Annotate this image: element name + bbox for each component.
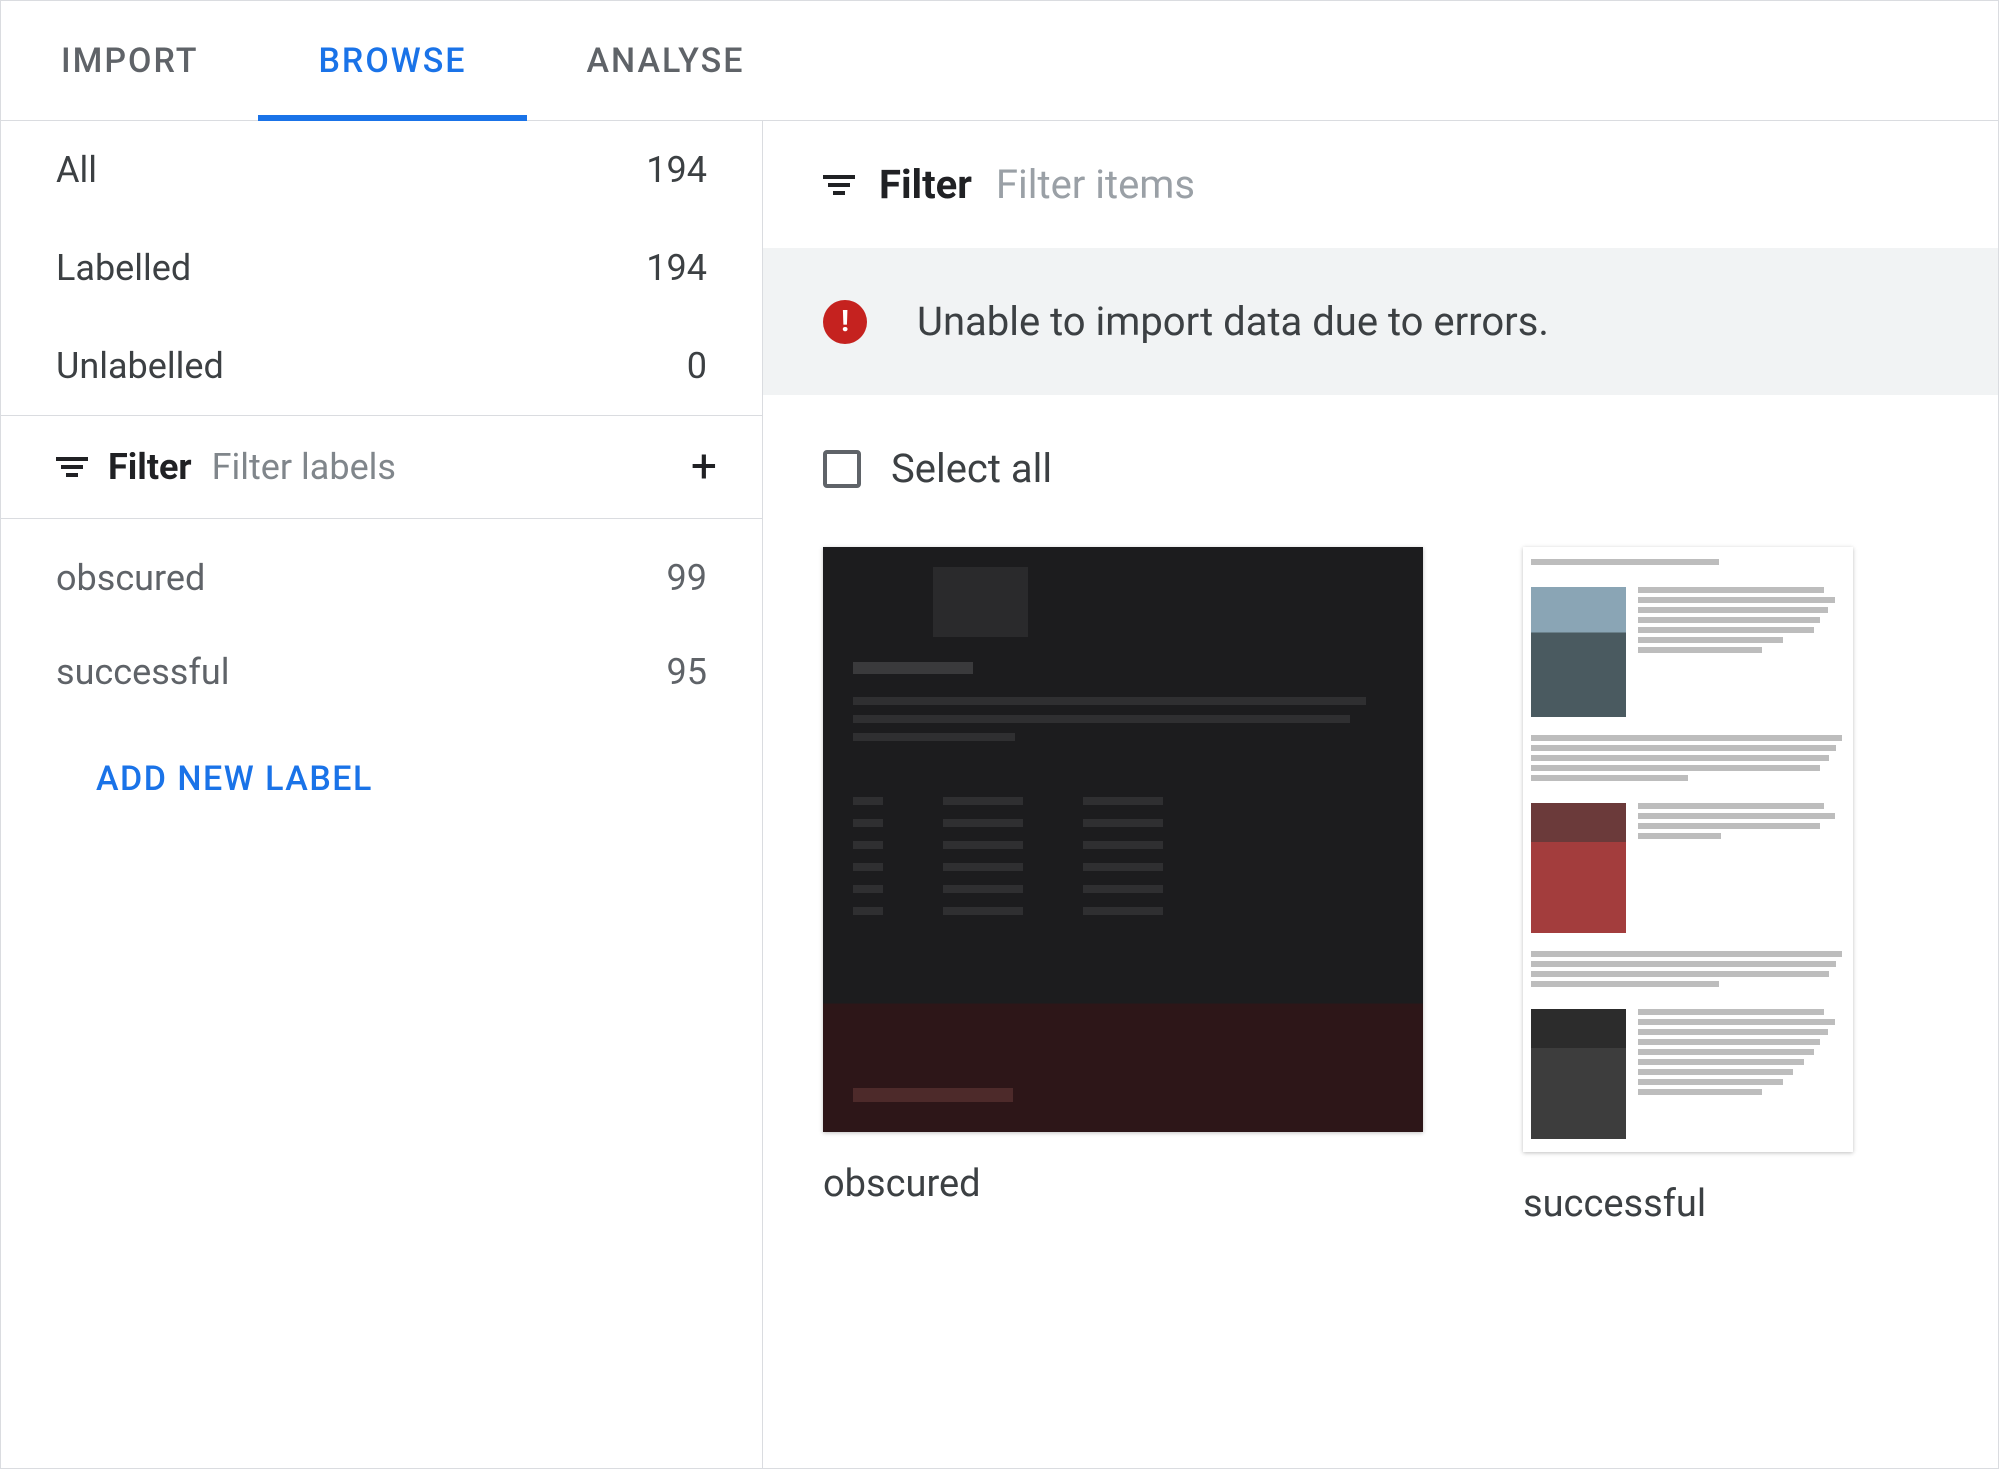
tab-bar: IMPORT BROWSE ANALYSE: [1, 1, 1998, 121]
stat-count: 0: [687, 345, 707, 387]
main-area: All 194 Labelled 194 Unlabelled 0 Filter: [1, 121, 1998, 1468]
sidebar-item-labelled[interactable]: Labelled 194: [1, 219, 762, 317]
label-row-obscured[interactable]: obscured 99: [1, 531, 762, 625]
plus-icon[interactable]: +: [691, 444, 717, 490]
error-banner: ! Unable to import data due to errors.: [763, 248, 1998, 395]
sidebar-item-unlabelled[interactable]: Unlabelled 0: [1, 317, 762, 415]
card-grid: obscured successful: [763, 542, 1998, 1246]
filter-icon: [823, 169, 855, 201]
thumbnail-obscured[interactable]: [823, 547, 1423, 1132]
stat-count: 194: [646, 247, 707, 289]
error-text: Unable to import data due to errors.: [917, 298, 1549, 345]
select-all-row: Select all: [763, 395, 1998, 542]
select-all-label: Select all: [891, 445, 1052, 492]
filter-icon: [56, 451, 88, 483]
sidebar-filter-row: Filter +: [1, 416, 762, 519]
error-icon: !: [823, 300, 867, 344]
tab-analyse[interactable]: ANALYSE: [527, 1, 805, 120]
label-name: obscured: [56, 557, 205, 599]
app-root: IMPORT BROWSE ANALYSE All 194 Labelled 1…: [0, 0, 1999, 1469]
tab-import[interactable]: IMPORT: [1, 1, 258, 120]
label-name: successful: [56, 651, 229, 693]
label-count: 95: [667, 651, 707, 693]
content-filter-row: Filter: [763, 121, 1998, 248]
label-count: 99: [667, 557, 707, 599]
stat-count: 194: [646, 149, 707, 191]
add-new-label-button[interactable]: ADD NEW LABEL: [1, 719, 762, 839]
stat-label: Labelled: [56, 247, 191, 289]
label-list: obscured 99 successful 95 ADD NEW LABEL: [1, 519, 762, 839]
card-successful: successful: [1523, 547, 1853, 1226]
sidebar-stats: All 194 Labelled 194 Unlabelled 0: [1, 121, 762, 416]
thumbnail-successful[interactable]: [1523, 547, 1853, 1152]
filter-labels-input[interactable]: [212, 446, 671, 488]
card-label[interactable]: successful: [1523, 1182, 1853, 1226]
filter-label: Filter: [108, 446, 192, 488]
tab-browse[interactable]: BROWSE: [258, 1, 526, 120]
select-all-checkbox[interactable]: [823, 450, 861, 488]
content-area: Filter ! Unable to import data due to er…: [763, 121, 1998, 1468]
stat-label: All: [56, 149, 97, 191]
filter-items-input[interactable]: [996, 161, 1508, 208]
filter-label: Filter: [879, 161, 972, 208]
label-row-successful[interactable]: successful 95: [1, 625, 762, 719]
sidebar: All 194 Labelled 194 Unlabelled 0 Filter: [1, 121, 763, 1468]
sidebar-item-all[interactable]: All 194: [1, 121, 762, 219]
stat-label: Unlabelled: [56, 345, 224, 387]
card-label[interactable]: obscured: [823, 1162, 1423, 1206]
card-obscured: obscured: [823, 547, 1423, 1226]
